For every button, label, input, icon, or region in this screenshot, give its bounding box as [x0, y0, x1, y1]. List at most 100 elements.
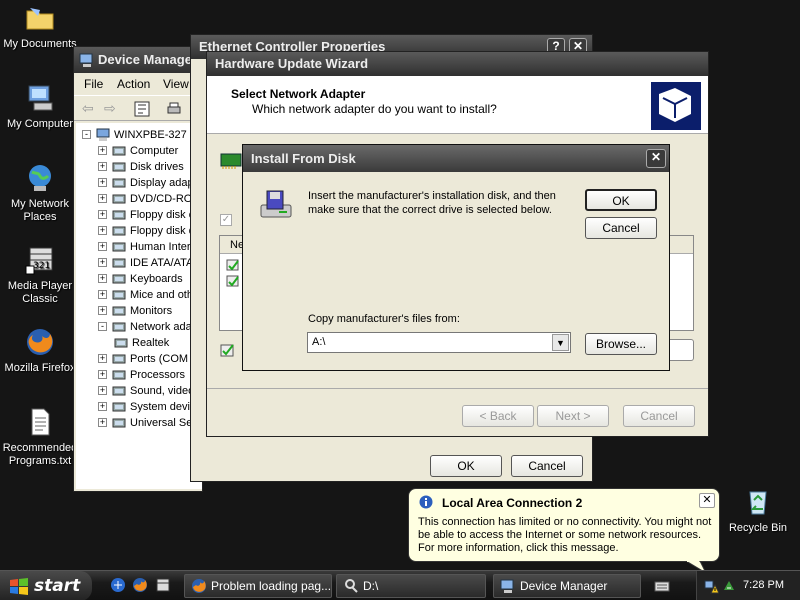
keyboard-icon[interactable] — [654, 579, 670, 593]
tree-item[interactable]: +DVD/CD-ROM drives — [98, 191, 202, 207]
device-icon — [114, 338, 128, 348]
desktop-icon-mozilla-firefox[interactable]: Mozilla Firefox — [0, 326, 80, 375]
tree-item[interactable]: +Mice and other pointing devices — [98, 287, 202, 303]
expand-icon[interactable]: + — [98, 402, 107, 411]
tree-item[interactable]: +IDE ATA/ATAPI controllers — [98, 255, 202, 271]
driver-icon — [226, 275, 239, 287]
firefox-icon — [27, 329, 53, 355]
desktop-icon-my-network-places[interactable]: My Network Places — [0, 162, 80, 224]
tree-item[interactable]: +Human Interface Devices — [98, 239, 202, 255]
expand-icon[interactable]: + — [98, 178, 107, 187]
print-icon[interactable] — [166, 101, 182, 117]
wizard-next-button[interactable]: Next > — [537, 405, 609, 427]
connection-balloon[interactable]: Local Area Connection 2 ✕ This connectio… — [408, 488, 720, 562]
tree-root-label: WINXPBE-327 — [114, 129, 187, 141]
properties-icon[interactable] — [134, 101, 150, 117]
expand-icon[interactable]: + — [98, 290, 107, 299]
balloon-message: This connection has limited or no connec… — [418, 516, 712, 554]
collapse-icon[interactable]: - — [82, 130, 91, 139]
taskbar-button-device-manager[interactable]: Device Manager — [493, 574, 641, 598]
svg-text:321: 321 — [33, 261, 50, 271]
desktop-icon-my-computer[interactable]: My Computer — [0, 82, 80, 131]
install-cancel-button[interactable]: Cancel — [585, 217, 657, 239]
tree-item[interactable]: +Display adapters — [98, 175, 202, 191]
menu-file[interactable]: File — [84, 77, 103, 91]
network-card-icon — [220, 153, 242, 169]
expand-icon[interactable]: + — [98, 162, 107, 171]
tree-item[interactable]: +Universal Serial Bus controllers — [98, 415, 202, 431]
expand-icon[interactable]: + — [98, 306, 107, 315]
wizard-titlebar[interactable]: Hardware Update Wizard — [207, 52, 708, 76]
wizard-cancel-button[interactable]: Cancel — [623, 405, 695, 427]
taskbar: start Problem loading pag... D:\ Device … — [0, 570, 800, 600]
tree-item-label: Disk drives — [130, 161, 184, 173]
safely-remove-icon[interactable] — [721, 578, 737, 594]
expand-icon[interactable]: + — [98, 242, 107, 251]
balloon-close-button[interactable]: ✕ — [699, 493, 715, 508]
menu-bar: File Action View — [74, 73, 202, 95]
browse-button[interactable]: Browse... — [585, 333, 657, 355]
menu-view[interactable]: View — [163, 77, 189, 91]
show-compatible-checkbox[interactable]: ✓ — [220, 214, 232, 226]
device-manager-titlebar[interactable]: Device Manager — [74, 47, 202, 73]
expand-icon[interactable]: + — [98, 146, 107, 155]
desktop-icon-label: My Computer — [6, 118, 74, 130]
tree-item[interactable]: +Floppy disk controllers — [98, 207, 202, 223]
device-icon — [112, 370, 126, 380]
have-disk-button-partial[interactable] — [669, 339, 694, 361]
dialog-close-button[interactable]: ✕ — [646, 149, 666, 168]
chevron-down-icon[interactable]: ▼ — [552, 334, 569, 351]
driver-signed-icon — [220, 344, 234, 357]
tree-item[interactable]: +Sound, video and game controllers — [98, 383, 202, 399]
expand-icon[interactable]: + — [98, 274, 107, 283]
collapse-icon[interactable]: - — [98, 322, 107, 331]
properties-ok-button[interactable]: OK — [430, 455, 502, 477]
expand-icon[interactable]: + — [98, 370, 107, 379]
forward-arrow-icon[interactable]: ⇨ — [104, 100, 116, 117]
expand-icon[interactable]: + — [98, 354, 107, 363]
tree-item[interactable]: +Floppy disk drives — [98, 223, 202, 239]
tree-item[interactable]: +Ports (COM & LPT) — [98, 351, 202, 367]
tree-item[interactable]: + Disk drives — [98, 159, 202, 175]
tree-item-label: Realtek — [132, 337, 170, 349]
install-from-disk-titlebar[interactable]: Install From Disk ✕ — [243, 145, 669, 172]
desktop-icon-media-player-classic[interactable]: 321 Media Player Classic — [0, 244, 80, 306]
menu-action[interactable]: Action — [117, 77, 150, 91]
firefox-icon[interactable] — [132, 577, 148, 593]
taskbar-button-label: Device Manager — [520, 579, 608, 593]
properties-cancel-button[interactable]: Cancel — [511, 455, 583, 477]
tree-item[interactable]: Realtek — [114, 335, 202, 351]
expand-icon[interactable]: + — [98, 386, 107, 395]
taskbar-button-d-drive[interactable]: D:\ — [336, 574, 486, 598]
tree-item[interactable]: -Network adapters — [98, 319, 202, 335]
back-arrow-icon[interactable]: ⇦ — [82, 100, 94, 117]
tree-root[interactable]: - WINXPBE-327 — [82, 127, 202, 143]
computer-icon — [96, 128, 110, 141]
desktop-icon-label: My Network Places — [10, 198, 70, 223]
desktop-icon-recycle-bin[interactable]: Recycle Bin — [718, 486, 798, 535]
taskbar-button-firefox[interactable]: Problem loading pag... — [184, 574, 332, 598]
install-ok-button[interactable]: OK — [585, 189, 657, 211]
media-player-icon[interactable] — [155, 577, 171, 593]
tree-item[interactable]: + System devices — [98, 399, 202, 415]
expand-icon[interactable]: + — [98, 210, 107, 219]
hardware-wizard-icon — [651, 82, 701, 130]
show-desktop-icon[interactable] — [110, 577, 126, 593]
start-button[interactable]: start — [0, 571, 92, 600]
desktop-icon-recommended-programs[interactable]: Recommended Programs.txt — [0, 406, 80, 468]
expand-icon[interactable]: + — [98, 418, 107, 427]
expand-icon[interactable]: + — [98, 258, 107, 267]
wizard-back-button[interactable]: < Back — [462, 405, 534, 427]
expand-icon[interactable]: + — [98, 194, 107, 203]
device-icon — [112, 210, 126, 220]
tree-item[interactable]: + Monitors — [98, 303, 202, 319]
network-warning-icon[interactable] — [703, 578, 719, 594]
expand-icon[interactable]: + — [98, 226, 107, 235]
tree-item[interactable]: + Computer — [98, 143, 202, 159]
desktop-icon-my-documents[interactable]: My Documents — [0, 2, 80, 51]
tree-item[interactable]: + Processors — [98, 367, 202, 383]
tree-item[interactable]: + Keyboards — [98, 271, 202, 287]
device-icon — [112, 258, 126, 268]
path-combobox[interactable]: A:\ ▼ — [307, 332, 571, 353]
copy-from-label: Copy manufacturer's files from: — [308, 313, 460, 325]
